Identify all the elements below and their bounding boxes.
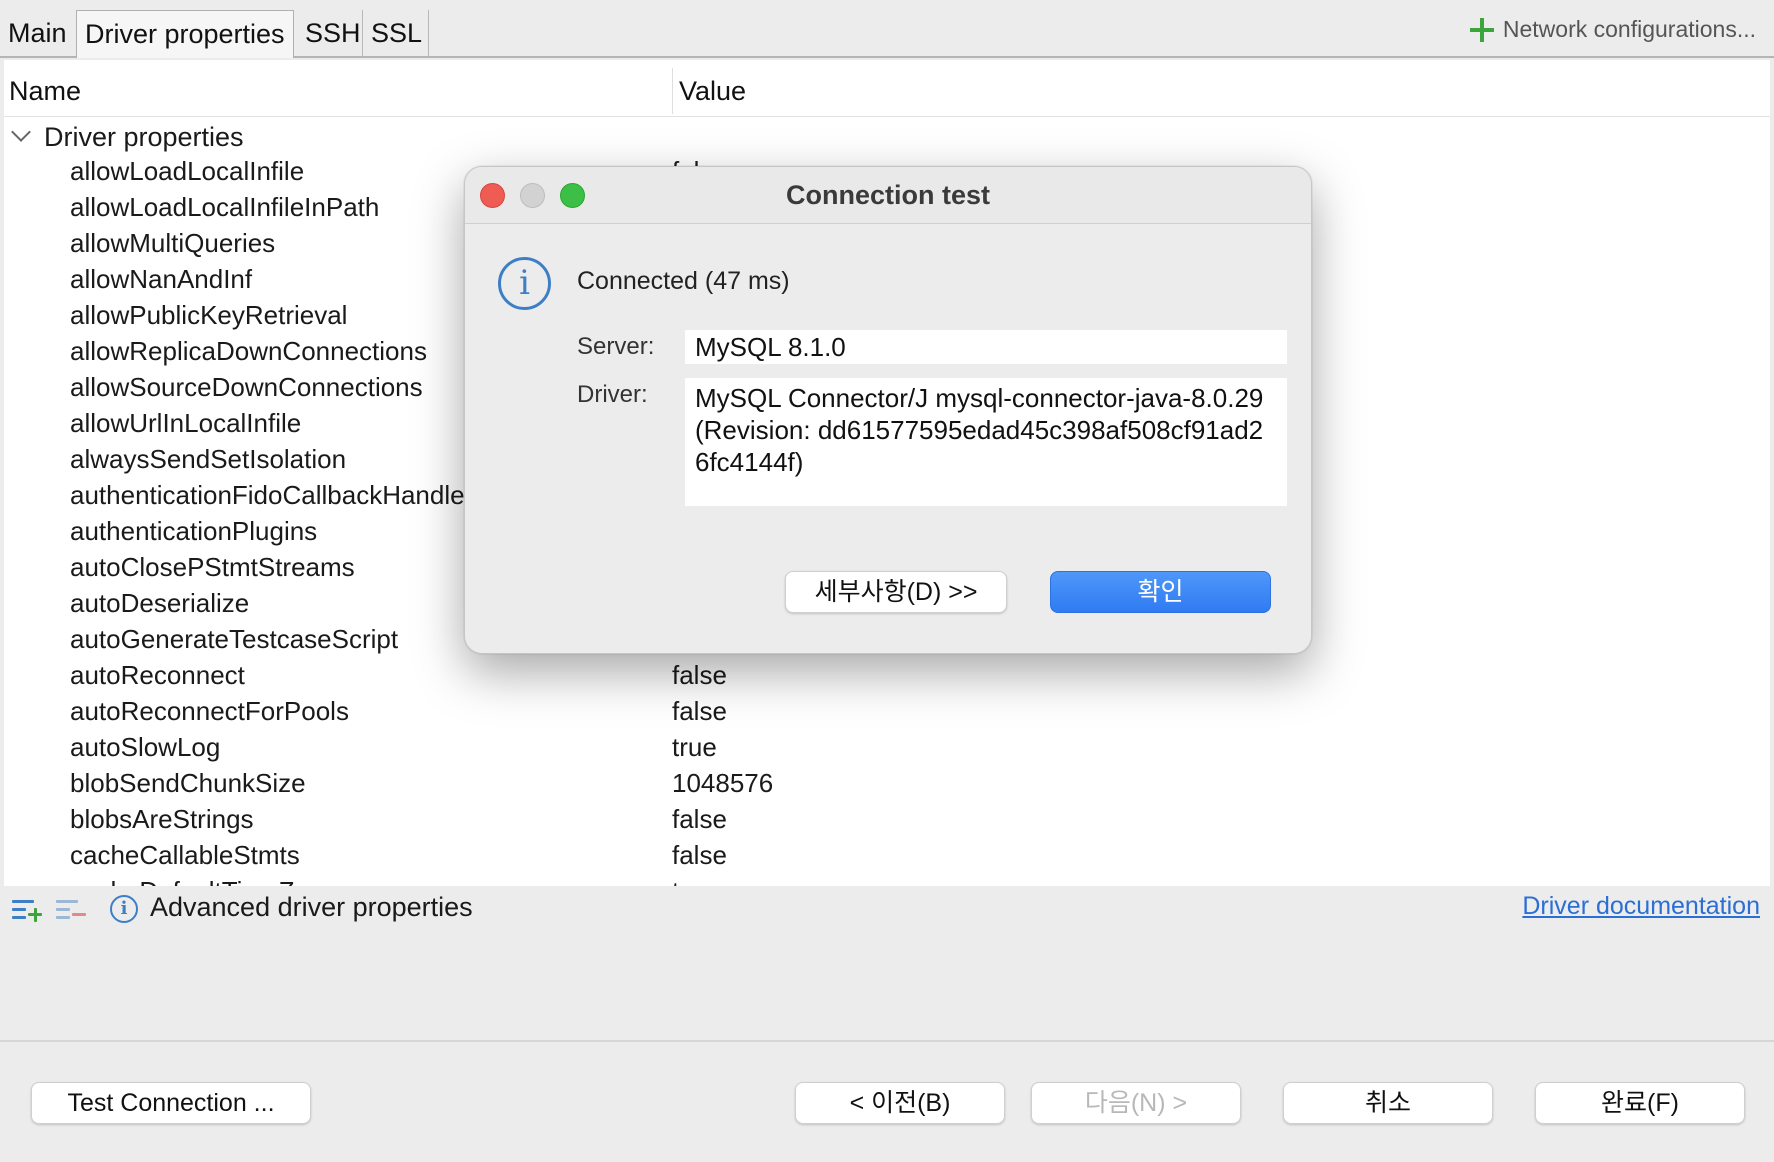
- properties-toolbar: i Advanced driver properties Driver docu…: [0, 886, 1774, 1042]
- property-name: autoSlowLog: [70, 732, 221, 762]
- tab-bar: Main Driver properties SSH SSL Network c…: [0, 0, 1774, 58]
- test-connection-button[interactable]: Test Connection ...: [31, 1082, 311, 1124]
- chevron-down-icon[interactable]: [11, 122, 31, 142]
- tab-ssl[interactable]: SSL: [363, 10, 429, 58]
- table-row[interactable]: blobSendChunkSize 1048576: [4, 765, 1770, 801]
- connection-test-dialog: Connection test i Connected (47 ms) Serv…: [464, 166, 1312, 654]
- table-row[interactable]: cacheDefaultTimeZone true: [4, 873, 1770, 886]
- property-name: autoClosePStmtStreams: [70, 552, 355, 582]
- property-name: allowNanAndInf: [70, 264, 253, 294]
- ok-button[interactable]: 확인: [1050, 571, 1271, 613]
- property-name: allowLoadLocalInfile: [70, 156, 305, 186]
- property-value[interactable]: true: [672, 873, 717, 886]
- network-configurations-label: Network configurations...: [1502, 16, 1756, 42]
- server-value: MySQL 8.1.0: [685, 330, 1287, 364]
- server-label: Server:: [577, 333, 655, 360]
- driver-value: MySQL Connector/J mysql-connector-java-8…: [685, 378, 1287, 506]
- property-value[interactable]: false: [672, 657, 727, 693]
- finish-button[interactable]: 완료(F): [1535, 1082, 1745, 1124]
- network-configurations-button[interactable]: Network configurations...: [1469, 16, 1756, 43]
- property-name: autoDeserialize: [70, 588, 250, 618]
- remove-property-icon[interactable]: [56, 898, 88, 924]
- group-label: Driver properties: [44, 122, 244, 152]
- table-row[interactable]: cacheCallableStmts false: [4, 837, 1770, 873]
- property-name: allowLoadLocalInfileInPath: [70, 192, 380, 222]
- property-value[interactable]: false: [672, 693, 727, 729]
- tab-main[interactable]: Main: [0, 10, 75, 58]
- property-name: allowReplicaDownConnections: [70, 336, 427, 366]
- group-row-driver-properties[interactable]: Driver properties: [4, 117, 1770, 153]
- property-name: blobSendChunkSize: [70, 768, 306, 798]
- connection-status: Connected (47 ms): [577, 267, 790, 295]
- property-value[interactable]: false: [672, 801, 727, 837]
- property-name: allowPublicKeyRetrieval: [70, 300, 348, 330]
- back-button[interactable]: < 이전(B): [795, 1082, 1005, 1124]
- tab-driver-properties[interactable]: Driver properties: [76, 10, 294, 58]
- property-name: authenticationFidoCallbackHandler: [70, 480, 474, 510]
- property-name: authenticationPlugins: [70, 516, 318, 546]
- property-name: cacheDefaultTimeZone: [70, 873, 338, 886]
- driver-label: Driver:: [577, 381, 648, 408]
- table-row[interactable]: autoReconnectForPools false: [4, 693, 1770, 729]
- next-button: 다음(N) >: [1031, 1082, 1241, 1124]
- property-name: allowMultiQueries: [70, 228, 276, 258]
- advanced-driver-properties-label: Advanced driver properties: [150, 892, 473, 922]
- property-name: autoGenerateTestcaseScript: [70, 624, 399, 654]
- property-value[interactable]: 1048576: [672, 765, 773, 801]
- dialog-titlebar: Connection test: [465, 167, 1311, 224]
- cancel-button[interactable]: 취소: [1283, 1082, 1493, 1124]
- property-name: cacheCallableStmts: [70, 840, 300, 870]
- column-header-name[interactable]: Name: [9, 60, 81, 122]
- details-button[interactable]: 세부사항(D) >>: [785, 571, 1007, 613]
- property-value[interactable]: false: [672, 837, 727, 873]
- property-name: autoReconnect: [70, 660, 245, 690]
- plus-icon: [1469, 17, 1495, 43]
- table-header: Name Value: [4, 60, 1770, 117]
- property-value[interactable]: true: [672, 729, 717, 765]
- table-row[interactable]: autoReconnect false: [4, 657, 1770, 693]
- tab-ssh[interactable]: SSH: [297, 10, 363, 58]
- table-row[interactable]: blobsAreStrings false: [4, 801, 1770, 837]
- property-name: blobsAreStrings: [70, 804, 254, 834]
- property-name: autoReconnectForPools: [70, 696, 349, 726]
- dialog-title: Connection test: [785, 180, 990, 210]
- property-name: allowSourceDownConnections: [70, 372, 423, 402]
- info-icon: i: [498, 257, 551, 310]
- column-header-value[interactable]: Value: [672, 68, 746, 114]
- property-name: allowUrlInLocalInfile: [70, 408, 302, 438]
- property-name: alwaysSendSetIsolation: [70, 444, 347, 474]
- info-icon: i: [110, 895, 138, 923]
- add-property-icon[interactable]: [12, 898, 44, 924]
- table-row[interactable]: autoSlowLog true: [4, 729, 1770, 765]
- driver-documentation-link[interactable]: Driver documentation: [1522, 892, 1760, 921]
